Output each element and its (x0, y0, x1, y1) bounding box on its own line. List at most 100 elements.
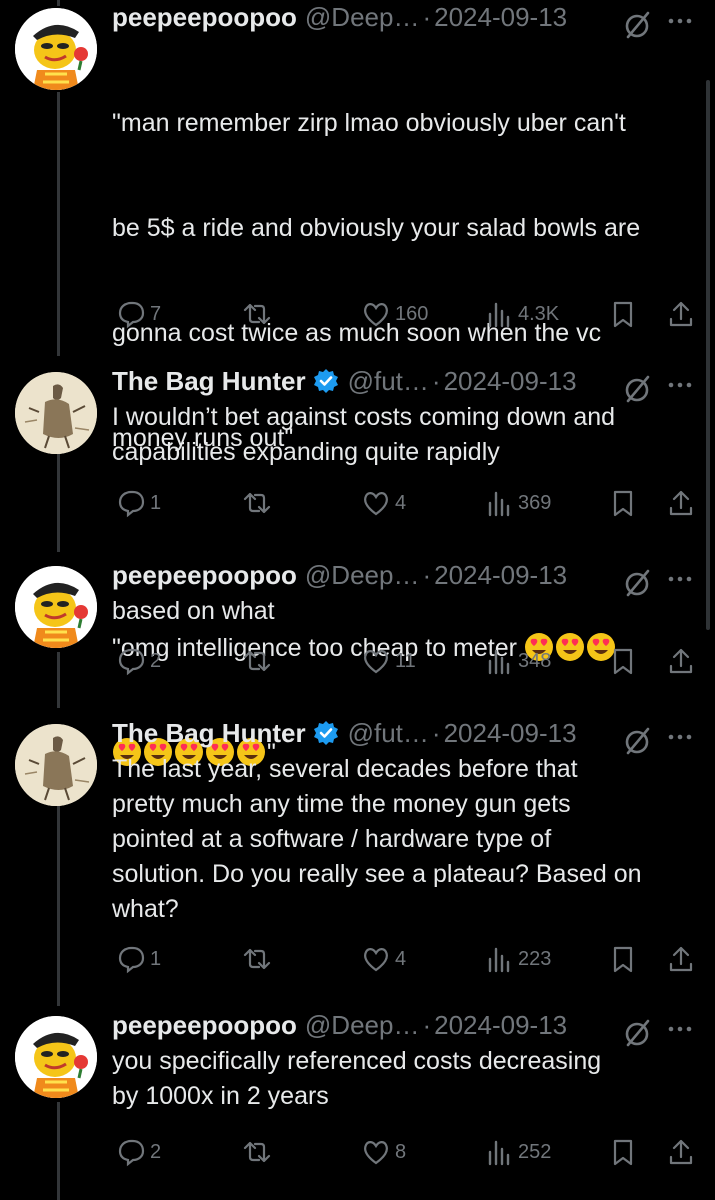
like-button[interactable]: 11 (361, 643, 416, 679)
separator: · (422, 2, 432, 32)
avatar[interactable] (15, 8, 97, 90)
views-button[interactable]: 348 (484, 643, 551, 679)
reply-button[interactable]: 2 (116, 1134, 161, 1170)
like-icon (364, 492, 388, 516)
avatar[interactable] (15, 372, 97, 454)
reply-count: 1 (150, 491, 162, 514)
reply-icon (118, 490, 145, 518)
engraving-avatar-icon (15, 372, 97, 454)
user-handle[interactable]: @fut… (348, 364, 429, 398)
share-icon (669, 946, 693, 972)
repost-button[interactable] (242, 643, 276, 679)
separator: · (431, 718, 441, 748)
share-icon (669, 1139, 693, 1165)
repost-button[interactable] (242, 1134, 276, 1170)
display-name[interactable]: The Bag Hunter (112, 716, 306, 750)
like-count: 160 (395, 302, 429, 325)
share-button[interactable] (666, 643, 696, 679)
tweet-text: you specifically referenced costs decrea… (112, 1047, 602, 1110)
text-line: "man remember zirp lmao obviously uber c… (112, 109, 626, 137)
timestamp[interactable]: 2024-09-13 (444, 364, 577, 398)
views-icon (488, 649, 510, 675)
reply-button[interactable]: 2 (116, 643, 161, 679)
repost-icon (243, 1141, 271, 1163)
frog-avatar-icon (15, 566, 97, 648)
views-count: 348 (518, 649, 552, 672)
repost-button[interactable] (242, 941, 276, 977)
display-name[interactable]: peepeepoopoo (112, 1008, 297, 1042)
reply-button[interactable]: 1 (116, 941, 161, 977)
like-button[interactable]: 160 (361, 296, 428, 332)
like-count: 11 (395, 649, 416, 672)
user-handle[interactable]: @Deep… (305, 0, 420, 34)
like-button[interactable]: 4 (361, 941, 406, 977)
separator: · (422, 560, 432, 590)
text-line: be 5$ a ride and obviously your salad bo… (112, 214, 641, 242)
like-button[interactable]: 8 (361, 1134, 406, 1170)
share-button[interactable] (666, 296, 696, 332)
reply-button[interactable]: 7 (116, 296, 161, 332)
reply-icon (118, 301, 145, 329)
bookmark-icon (613, 946, 633, 973)
action-bar: 1 4 369 (0, 485, 715, 521)
bookmark-button[interactable] (608, 485, 638, 521)
share-button[interactable] (666, 941, 696, 977)
timestamp[interactable]: 2024-09-13 (434, 558, 567, 592)
like-button[interactable]: 4 (361, 485, 406, 521)
share-button[interactable] (666, 1134, 696, 1170)
action-bar: 7 160 4.3K (0, 296, 715, 332)
scrollbar[interactable] (706, 80, 710, 630)
views-button[interactable]: 252 (484, 1134, 551, 1170)
reply-icon (118, 946, 145, 974)
timestamp[interactable]: 2024-09-13 (434, 0, 567, 34)
separator: · (431, 366, 441, 396)
share-button[interactable] (666, 485, 696, 521)
repost-icon (243, 650, 271, 672)
user-handle[interactable]: @Deep… (305, 558, 420, 592)
views-button[interactable]: 369 (484, 485, 551, 521)
user-handle[interactable]: @Deep… (305, 1008, 420, 1042)
avatar[interactable] (15, 1016, 97, 1098)
bookmark-button[interactable] (608, 1134, 638, 1170)
views-button[interactable]: 4.3K (484, 296, 559, 332)
reply-count: 2 (150, 1140, 162, 1163)
bookmark-button[interactable] (608, 643, 638, 679)
reply-icon (118, 648, 145, 676)
verified-badge-icon (313, 369, 338, 393)
views-icon (488, 1140, 510, 1166)
reply-count: 7 (150, 302, 162, 325)
bookmark-icon (613, 648, 633, 675)
bookmark-icon (613, 490, 633, 517)
views-count: 252 (518, 1140, 552, 1163)
thread-line (57, 0, 60, 6)
views-count: 369 (518, 491, 552, 514)
avatar[interactable] (15, 566, 97, 648)
reply-icon (118, 1139, 145, 1167)
repost-button[interactable] (242, 485, 276, 521)
display-name[interactable]: peepeepoopoo (112, 0, 297, 34)
text-line (112, 526, 704, 561)
repost-icon (243, 948, 271, 970)
tweet-text: based on what (112, 597, 275, 625)
bookmark-button[interactable] (608, 296, 638, 332)
display-name[interactable]: The Bag Hunter (112, 364, 306, 398)
avatar[interactable] (15, 724, 97, 806)
timestamp[interactable]: 2024-09-13 (434, 1008, 567, 1042)
like-icon (364, 948, 388, 972)
views-icon (488, 947, 510, 973)
reply-button[interactable]: 1 (116, 485, 161, 521)
views-icon (488, 302, 510, 328)
display-name[interactable]: peepeepoopoo (112, 558, 297, 592)
action-bar: 2 8 252 (0, 1134, 715, 1170)
like-count: 4 (395, 947, 407, 970)
engraving-avatar-icon (15, 724, 97, 806)
share-icon (669, 490, 693, 516)
timestamp[interactable]: 2024-09-13 (444, 716, 577, 750)
tweet-text: I wouldn’t bet against costs coming down… (112, 403, 616, 466)
bookmark-button[interactable] (608, 941, 638, 977)
user-handle[interactable]: @fut… (348, 716, 429, 750)
repost-button[interactable] (242, 296, 276, 332)
like-count: 8 (395, 1140, 407, 1163)
views-button[interactable]: 223 (484, 941, 551, 977)
repost-icon (243, 492, 271, 514)
